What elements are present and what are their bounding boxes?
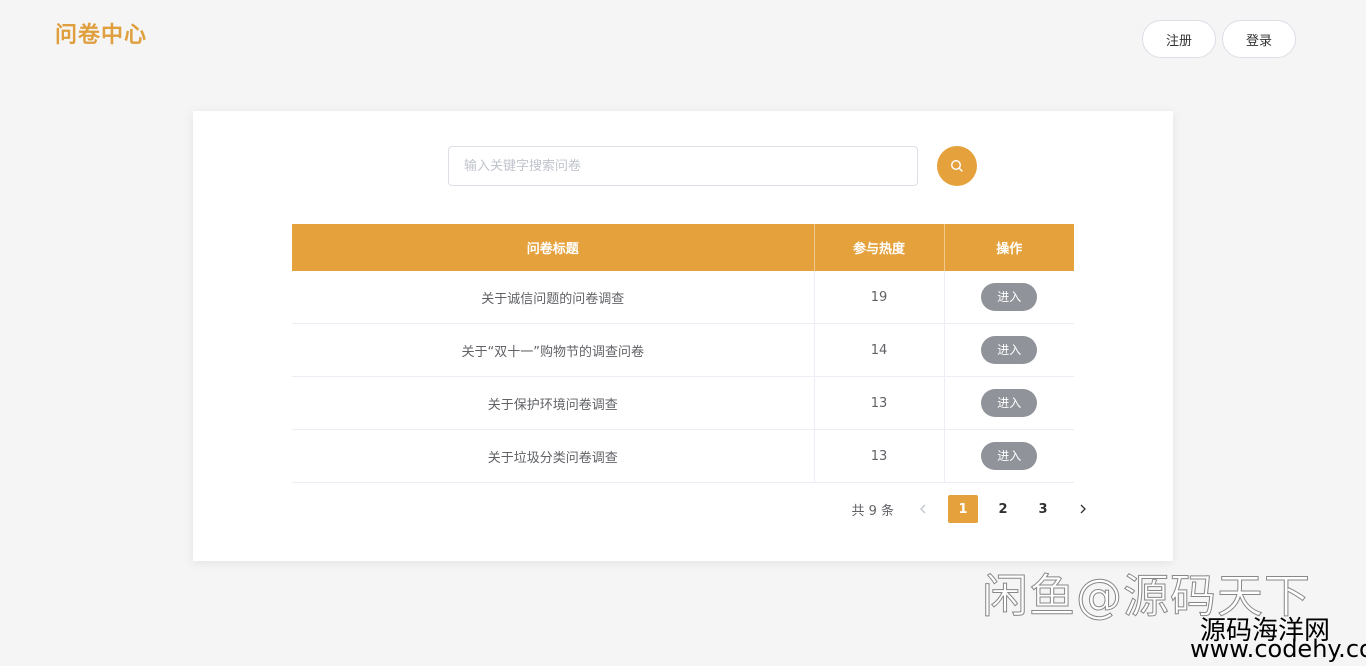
watermark-url: www.codehy.com bbox=[1190, 635, 1366, 663]
chevron-left-icon bbox=[920, 504, 926, 514]
survey-table: 问卷标题 参与热度 操作 关于诚信问题的问卷调查 19 进入 关于“双十一”购物… bbox=[292, 224, 1074, 483]
column-header-action: 操作 bbox=[944, 224, 1074, 271]
survey-heat: 13 bbox=[814, 429, 945, 483]
column-header-title[interactable]: 问卷标题 bbox=[292, 224, 815, 271]
register-button[interactable]: 注册 bbox=[1142, 20, 1216, 58]
table-row: 关于垃圾分类问卷调查 13 进入 bbox=[292, 429, 1074, 483]
table-row: 关于诚信问题的问卷调查 19 进入 bbox=[292, 271, 1074, 324]
page-button-3[interactable]: 3 bbox=[1028, 495, 1058, 523]
page-button-1[interactable]: 1 bbox=[948, 495, 978, 523]
page-button-2[interactable]: 2 bbox=[988, 495, 1018, 523]
table-header-row: 问卷标题 参与热度 操作 bbox=[292, 224, 1074, 271]
enter-button[interactable]: 进入 bbox=[981, 389, 1038, 417]
column-header-heat[interactable]: 参与热度 bbox=[814, 224, 945, 271]
survey-heat: 19 bbox=[814, 271, 945, 324]
next-page-button[interactable] bbox=[1068, 495, 1098, 523]
enter-button[interactable]: 进入 bbox=[981, 283, 1038, 311]
pagination: 共 9 条 1 2 3 bbox=[851, 495, 1098, 523]
search-icon bbox=[950, 159, 963, 172]
survey-heat: 14 bbox=[814, 323, 945, 377]
site-logo[interactable]: 问卷中心 bbox=[55, 17, 147, 49]
survey-title: 关于“双十一”购物节的调查问卷 bbox=[292, 323, 815, 377]
auth-buttons: 注册 登录 bbox=[1142, 20, 1296, 58]
table-row: 关于“双十一”购物节的调查问卷 14 进入 bbox=[292, 323, 1074, 377]
prev-page-button[interactable] bbox=[908, 495, 938, 523]
search-input[interactable] bbox=[448, 146, 918, 186]
login-button[interactable]: 登录 bbox=[1222, 20, 1296, 58]
survey-title: 关于保护环境问卷调查 bbox=[292, 376, 815, 430]
survey-card: 问卷标题 参与热度 操作 关于诚信问题的问卷调查 19 进入 关于“双十一”购物… bbox=[193, 111, 1173, 561]
survey-title: 关于诚信问题的问卷调查 bbox=[292, 271, 815, 324]
survey-title: 关于垃圾分类问卷调查 bbox=[292, 429, 815, 483]
table-row: 关于保护环境问卷调查 13 进入 bbox=[292, 376, 1074, 430]
survey-heat: 13 bbox=[814, 376, 945, 430]
enter-button[interactable]: 进入 bbox=[981, 442, 1038, 470]
search-button[interactable] bbox=[937, 146, 977, 186]
chevron-right-icon bbox=[1080, 504, 1086, 514]
pagination-total: 共 9 条 bbox=[851, 503, 894, 519]
enter-button[interactable]: 进入 bbox=[981, 336, 1038, 364]
